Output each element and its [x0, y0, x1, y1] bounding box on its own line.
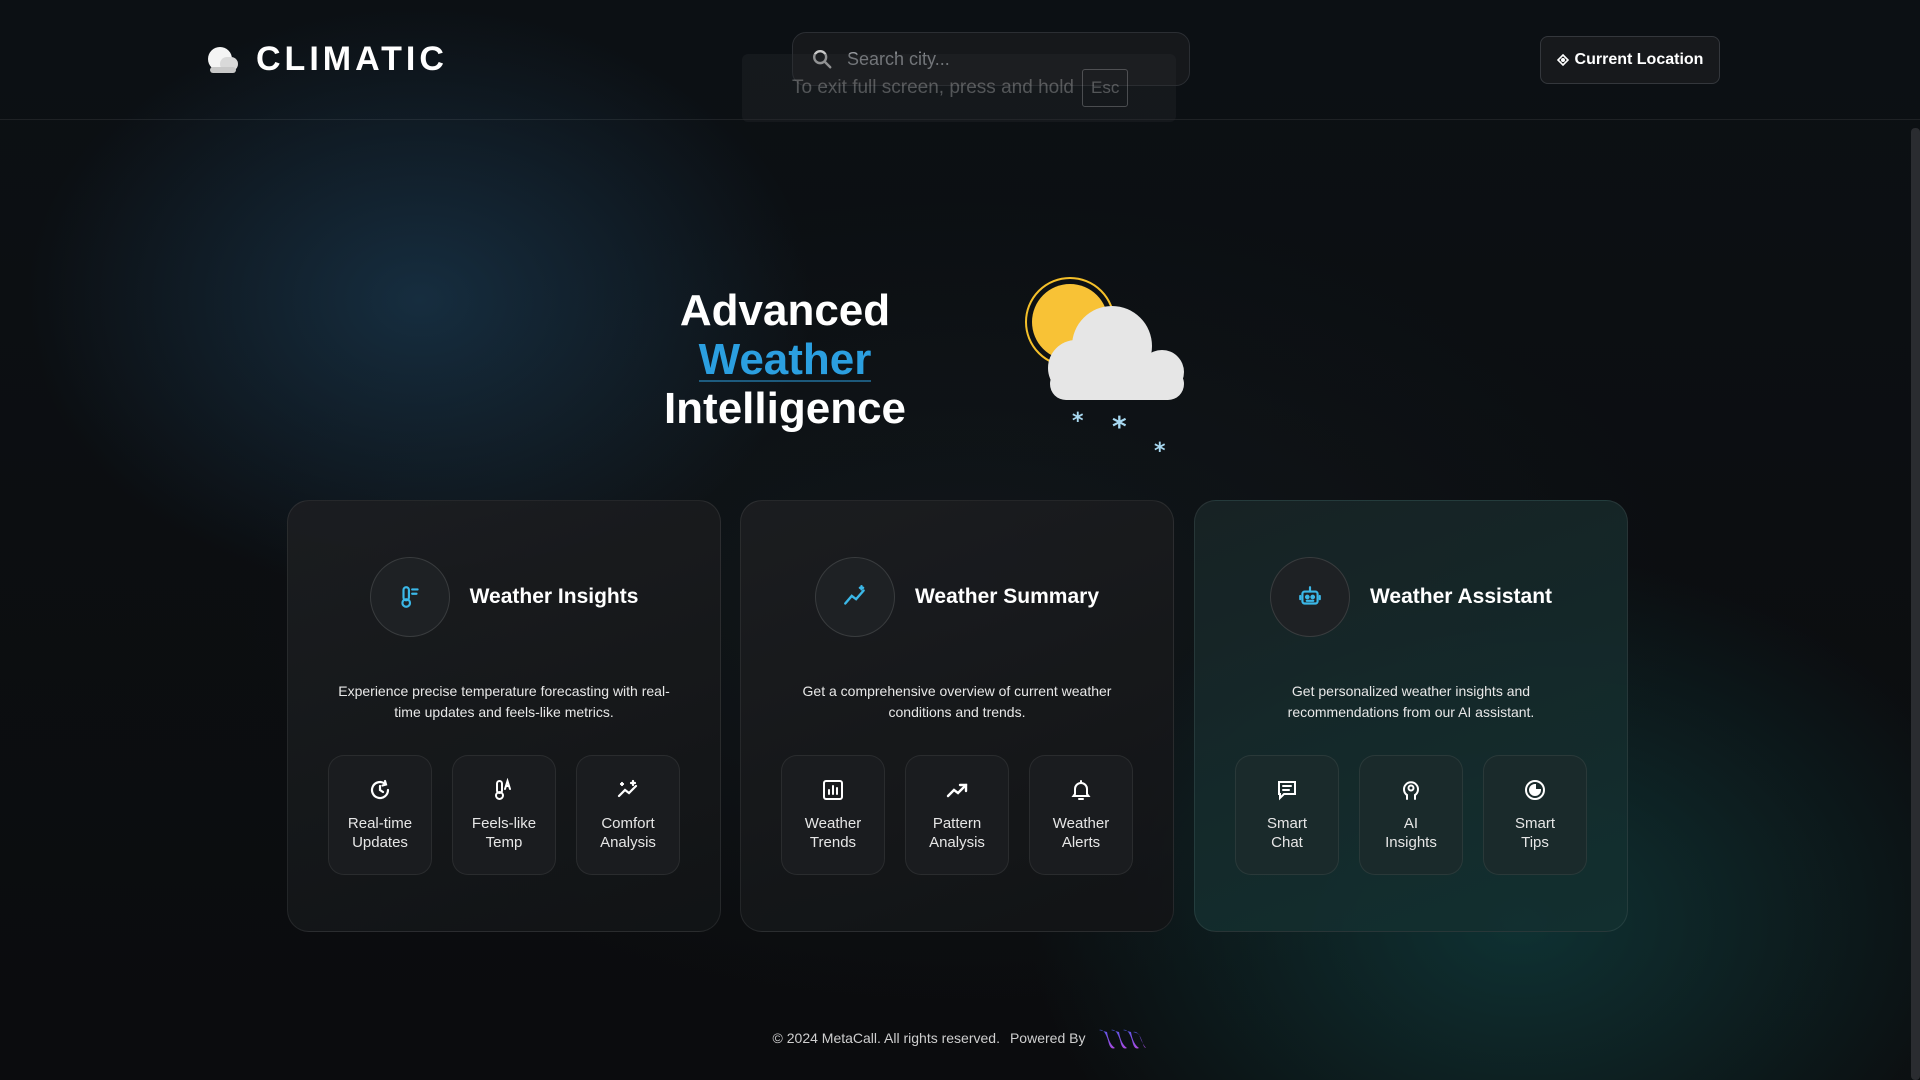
- cloud-logo-icon: [206, 43, 240, 77]
- hero-line-3: Intelligence: [663, 384, 907, 433]
- feature-comfort-analysis[interactable]: Comfort Analysis: [576, 755, 680, 875]
- feature-weather-trends[interactable]: Weather Trends: [781, 755, 885, 875]
- card-description: Get a comprehensive overview of current …: [802, 683, 1112, 720]
- fullscreen-notice-text: To exit full screen, press and hold: [792, 77, 1074, 98]
- feature-real-time-updates[interactable]: Real-time Updates: [328, 755, 432, 875]
- chat-icon: [1278, 781, 1296, 801]
- feature-smart-tips[interactable]: Smart Tips: [1483, 755, 1587, 875]
- brand-name: CLIMATIC: [256, 40, 448, 78]
- current-location-label: Current Location: [1574, 51, 1704, 68]
- feature-label: Analysis: [929, 834, 985, 851]
- feature-label: Feels-like: [471, 815, 537, 832]
- refresh-icon: [370, 779, 390, 800]
- bar-chart-icon: [823, 780, 843, 800]
- feature-label: Smart: [1514, 815, 1555, 832]
- current-location-button[interactable]: Current Location: [1540, 36, 1720, 84]
- fullscreen-exit-notice: To exit full screen, press and hold Esc: [742, 54, 1176, 122]
- feature-weather-alerts[interactable]: Weather Alerts: [1029, 755, 1133, 875]
- feature-label: Insights: [1385, 834, 1437, 851]
- metacall-logo-icon[interactable]: [1097, 1024, 1147, 1052]
- feature-label: Temp: [485, 834, 523, 851]
- svg-text:*: *: [1154, 439, 1166, 464]
- sun-cloud-snow-icon: * * *: [1025, 277, 1184, 464]
- feature-feels-like-temp[interactable]: Feels-like Temp: [452, 755, 556, 875]
- thermometer-icon: [369, 557, 450, 637]
- feature-label: AI: [1403, 815, 1419, 832]
- feature-label: Updates: [352, 834, 408, 851]
- card-description: Get personalized weather insights and re…: [1287, 683, 1535, 720]
- feature-label: Tips: [1521, 834, 1549, 851]
- feature-smart-chat[interactable]: Smart Chat: [1235, 755, 1339, 875]
- powered-by-label: Powered By: [1009, 1030, 1086, 1046]
- hero-line-2: Weather: [698, 335, 872, 384]
- hero-line-1: Advanced: [679, 286, 891, 335]
- feature-label: Weather: [1052, 815, 1110, 832]
- feature-label: Smart: [1266, 815, 1307, 832]
- sparkle-trend-icon: [617, 779, 638, 798]
- card-weather-summary[interactable]: Weather Summary Get a comprehensive over…: [740, 500, 1174, 932]
- feature-ai-insights[interactable]: AI Insights: [1359, 755, 1463, 875]
- pie-icon: [1525, 780, 1545, 800]
- card-title: Weather Assistant: [1369, 585, 1553, 608]
- trend-sparkle-icon: [814, 557, 895, 637]
- footer: © 2024 MetaCall. All rights reserved. Po…: [0, 1024, 1920, 1052]
- feature-label: Alerts: [1061, 834, 1101, 851]
- feature-label: Real-time: [347, 815, 413, 832]
- brand-logo[interactable]: CLIMATIC: [206, 40, 448, 79]
- svg-text:*: *: [1112, 410, 1127, 443]
- location-crosshair-icon: [1556, 54, 1569, 66]
- feature-label: Trends: [809, 834, 857, 851]
- feature-label: Chat: [1271, 834, 1303, 851]
- thermometer-auto-icon: [495, 778, 511, 800]
- svg-text:*: *: [1072, 409, 1084, 434]
- copyright-text: © 2024 MetaCall. All rights reserved.: [772, 1030, 1000, 1046]
- page-scrollbar[interactable]: [1911, 128, 1920, 1080]
- feature-label: Analysis: [600, 834, 656, 851]
- esc-key-hint: Esc: [1082, 69, 1129, 107]
- robot-icon: [1269, 557, 1350, 637]
- feature-pattern-analysis[interactable]: Pattern Analysis: [905, 755, 1009, 875]
- hero-title: Advanced Weather Intelligence: [640, 286, 930, 433]
- trending-up-icon: [946, 783, 968, 798]
- card-weather-assistant[interactable]: Weather Assistant Get personalized weath…: [1194, 500, 1628, 932]
- card-weather-insights[interactable]: Weather Insights Experience precise temp…: [287, 500, 721, 932]
- card-title: Weather Summary: [914, 585, 1100, 608]
- feature-label: Weather: [804, 815, 862, 832]
- card-title: Weather Insights: [469, 585, 639, 608]
- feature-label: Comfort: [601, 815, 655, 832]
- brain-gear-icon: [1403, 781, 1419, 800]
- card-description: Experience precise temperature forecasti…: [338, 683, 670, 720]
- feature-label: Pattern: [932, 815, 982, 832]
- bell-icon: [1071, 780, 1091, 800]
